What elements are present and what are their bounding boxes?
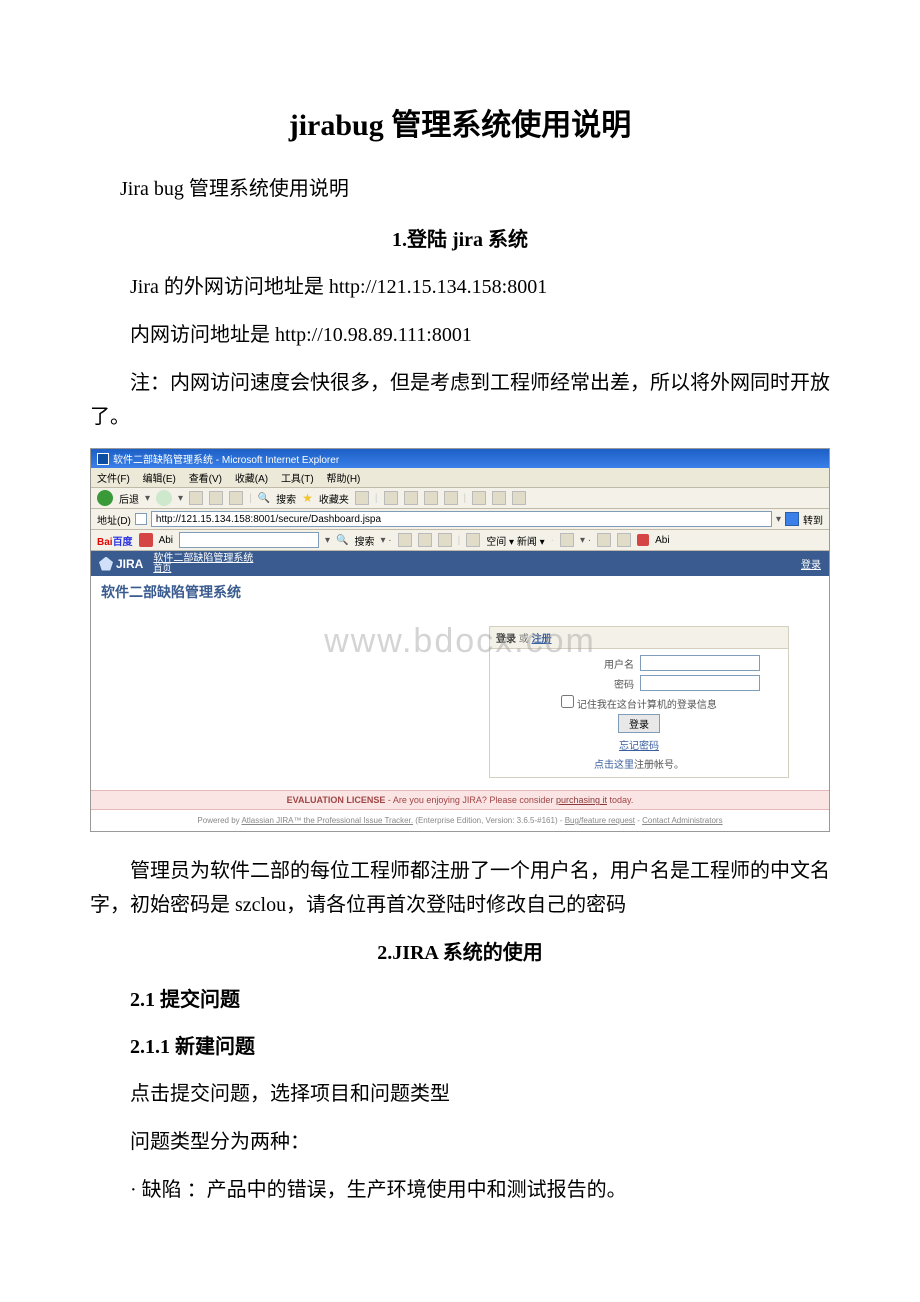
- window-title: 软件二部缺陷管理系统 - Microsoft Internet Explorer: [113, 451, 339, 466]
- doc-subtitle: Jira bug 管理系统使用说明: [90, 172, 830, 201]
- username-input[interactable]: [640, 655, 760, 671]
- menu-tools[interactable]: 工具(T): [281, 474, 314, 485]
- go-label[interactable]: 转到: [803, 512, 823, 527]
- favorites-icon[interactable]: ★: [302, 491, 313, 505]
- toolbar-icon[interactable]: [466, 533, 480, 547]
- stop-icon[interactable]: [189, 491, 203, 505]
- jira-home-link[interactable]: 首页: [153, 564, 253, 573]
- baidu-logo-icon: Bai百度: [97, 533, 133, 548]
- section-2-heading: 2.JIRA 系统的使用: [90, 936, 830, 965]
- paragraph: 注：内网访问速度会快很多，但是考虑到工程师经常出差，所以将外网同时开放了。: [90, 366, 830, 434]
- register-line: 点击这里注册帐号。: [496, 756, 782, 771]
- home-icon[interactable]: [229, 491, 243, 505]
- ie-addressbar: 地址(D) http://121.15.134.158:8001/secure/…: [91, 509, 829, 530]
- jira-login-link[interactable]: 登录: [801, 556, 821, 571]
- menu-edit[interactable]: 编辑(E): [143, 474, 176, 485]
- menu-view[interactable]: 查看(V): [189, 474, 222, 485]
- baidu-search-button[interactable]: 搜索: [355, 533, 375, 548]
- tool-icon[interactable]: [492, 491, 506, 505]
- toolbar-icon[interactable]: [617, 533, 631, 547]
- back-label[interactable]: 后退: [119, 491, 139, 506]
- tool-icon[interactable]: [512, 491, 526, 505]
- toolbar-icon[interactable]: [398, 533, 412, 547]
- purchase-link[interactable]: purchasing it: [556, 795, 607, 805]
- abi-icon: [637, 534, 649, 546]
- doc-title: jirabug 管理系统使用说明: [90, 100, 830, 144]
- ie-titlebar: 软件二部缺陷管理系统 - Microsoft Internet Explorer: [91, 449, 829, 468]
- username-label: 用户名: [604, 656, 634, 671]
- jira-page-title: 软件二部缺陷管理系统: [91, 576, 829, 608]
- abi-label: Abi: [159, 535, 173, 546]
- history-icon[interactable]: [355, 491, 369, 505]
- back-button-icon[interactable]: [97, 490, 113, 506]
- atlassian-link[interactable]: Atlassian JIRA™ the Professional Issue T…: [241, 816, 413, 825]
- section-1-heading: 1.登陆 jira 系统: [90, 223, 830, 252]
- page-icon: [135, 513, 147, 525]
- abi-label-2: Abi: [655, 535, 669, 546]
- go-button-icon[interactable]: [785, 512, 799, 526]
- login-button[interactable]: 登录: [618, 714, 660, 733]
- toolbar-icon[interactable]: [418, 533, 432, 547]
- address-input[interactable]: http://121.15.134.158:8001/secure/Dashbo…: [151, 511, 772, 527]
- evaluation-banner: EVALUATION LICENSE - Are you enjoying JI…: [91, 790, 829, 810]
- paragraph: 点击提交问题，选择项目和问题类型: [90, 1077, 830, 1111]
- bug-request-link[interactable]: Bug/feature request: [565, 816, 635, 825]
- favorites-label[interactable]: 收藏夹: [319, 491, 349, 506]
- baidu-search-input[interactable]: [179, 532, 319, 548]
- address-label: 地址(D): [97, 512, 131, 527]
- register-here-link[interactable]: 点击这里: [594, 760, 634, 771]
- register-link[interactable]: 注册: [532, 634, 552, 645]
- toolbar-icon[interactable]: [597, 533, 611, 547]
- subsection-2-1: 2.1 提交问题: [90, 983, 830, 1012]
- tool-icon[interactable]: [472, 491, 486, 505]
- refresh-icon[interactable]: [209, 491, 223, 505]
- paragraph: Jira 的外网访问地址是 http://121.15.134.158:8001: [90, 270, 830, 304]
- jira-logo-icon: [99, 557, 113, 571]
- menu-help[interactable]: 帮助(H): [327, 474, 361, 485]
- subsection-2-1-1: 2.1.1 新建问题: [90, 1030, 830, 1059]
- ie-app-icon: [97, 453, 109, 465]
- jira-logo: JIRA: [99, 557, 143, 571]
- paragraph: 问题类型分为两种：: [90, 1125, 830, 1159]
- remember-checkbox[interactable]: [561, 695, 574, 708]
- edit-icon[interactable]: [424, 491, 438, 505]
- paragraph: 管理员为软件二部的每位工程师都注册了一个用户名，用户名是工程师的中文名字，初始密…: [90, 854, 830, 922]
- password-label: 密码: [614, 676, 634, 691]
- print-icon[interactable]: [404, 491, 418, 505]
- menu-fav[interactable]: 收藏(A): [235, 474, 268, 485]
- login-header: 登录 或 注册: [490, 627, 788, 649]
- jira-footer: Powered by Atlassian JIRA™ the Professio…: [91, 810, 829, 831]
- password-input[interactable]: [640, 675, 760, 691]
- baidu-toolbar: Bai百度 Abi ▾ 🔍 搜索 ▾ · | 空间 ▾ 新闻 ▾ · ▾ · A…: [91, 530, 829, 551]
- baidu-items[interactable]: 空间 ▾ 新闻 ▾: [486, 533, 544, 548]
- jira-page-body: 软件二部缺陷管理系统 www.bdocx.com 登录 或 注册 用户名 密码: [91, 576, 829, 831]
- contact-admin-link[interactable]: Contact Administrators: [642, 816, 722, 825]
- jira-nav-bar: JIRA 软件二部缺陷管理系统 首页 登录: [91, 551, 829, 576]
- remember-label: 记住我在这台计算机的登录信息: [577, 700, 717, 711]
- forgot-password-link[interactable]: 忘记密码: [496, 737, 782, 752]
- mail-icon[interactable]: [384, 491, 398, 505]
- paragraph: · 缺陷 ：产品中的错误，生产环境使用中和测试报告的。: [90, 1173, 830, 1207]
- ie-menubar: 文件(F) 编辑(E) 查看(V) 收藏(A) 工具(T) 帮助(H): [91, 468, 829, 488]
- login-panel: 登录 或 注册 用户名 密码 记住我在这台计算机的登录信息 登: [489, 626, 789, 778]
- paragraph: 内网访问地址是 http://10.98.89.111:8001: [90, 318, 830, 352]
- document-page: jirabug 管理系统使用说明 Jira bug 管理系统使用说明 1.登陆 …: [0, 0, 920, 1281]
- discuss-icon[interactable]: [444, 491, 458, 505]
- screenshot-ie-jira: 软件二部缺陷管理系统 - Microsoft Internet Explorer…: [90, 448, 830, 832]
- ie-toolbar: 后退 ▾ ▾ | 🔍 搜索 ★ 收藏夹 | |: [91, 488, 829, 509]
- abi-icon: [139, 533, 153, 547]
- forward-button-icon[interactable]: [156, 490, 172, 506]
- menu-file[interactable]: 文件(F): [97, 474, 130, 485]
- search-label[interactable]: 搜索: [276, 491, 296, 506]
- toolbar-icon[interactable]: [438, 533, 452, 547]
- toolbar-icon[interactable]: [560, 533, 574, 547]
